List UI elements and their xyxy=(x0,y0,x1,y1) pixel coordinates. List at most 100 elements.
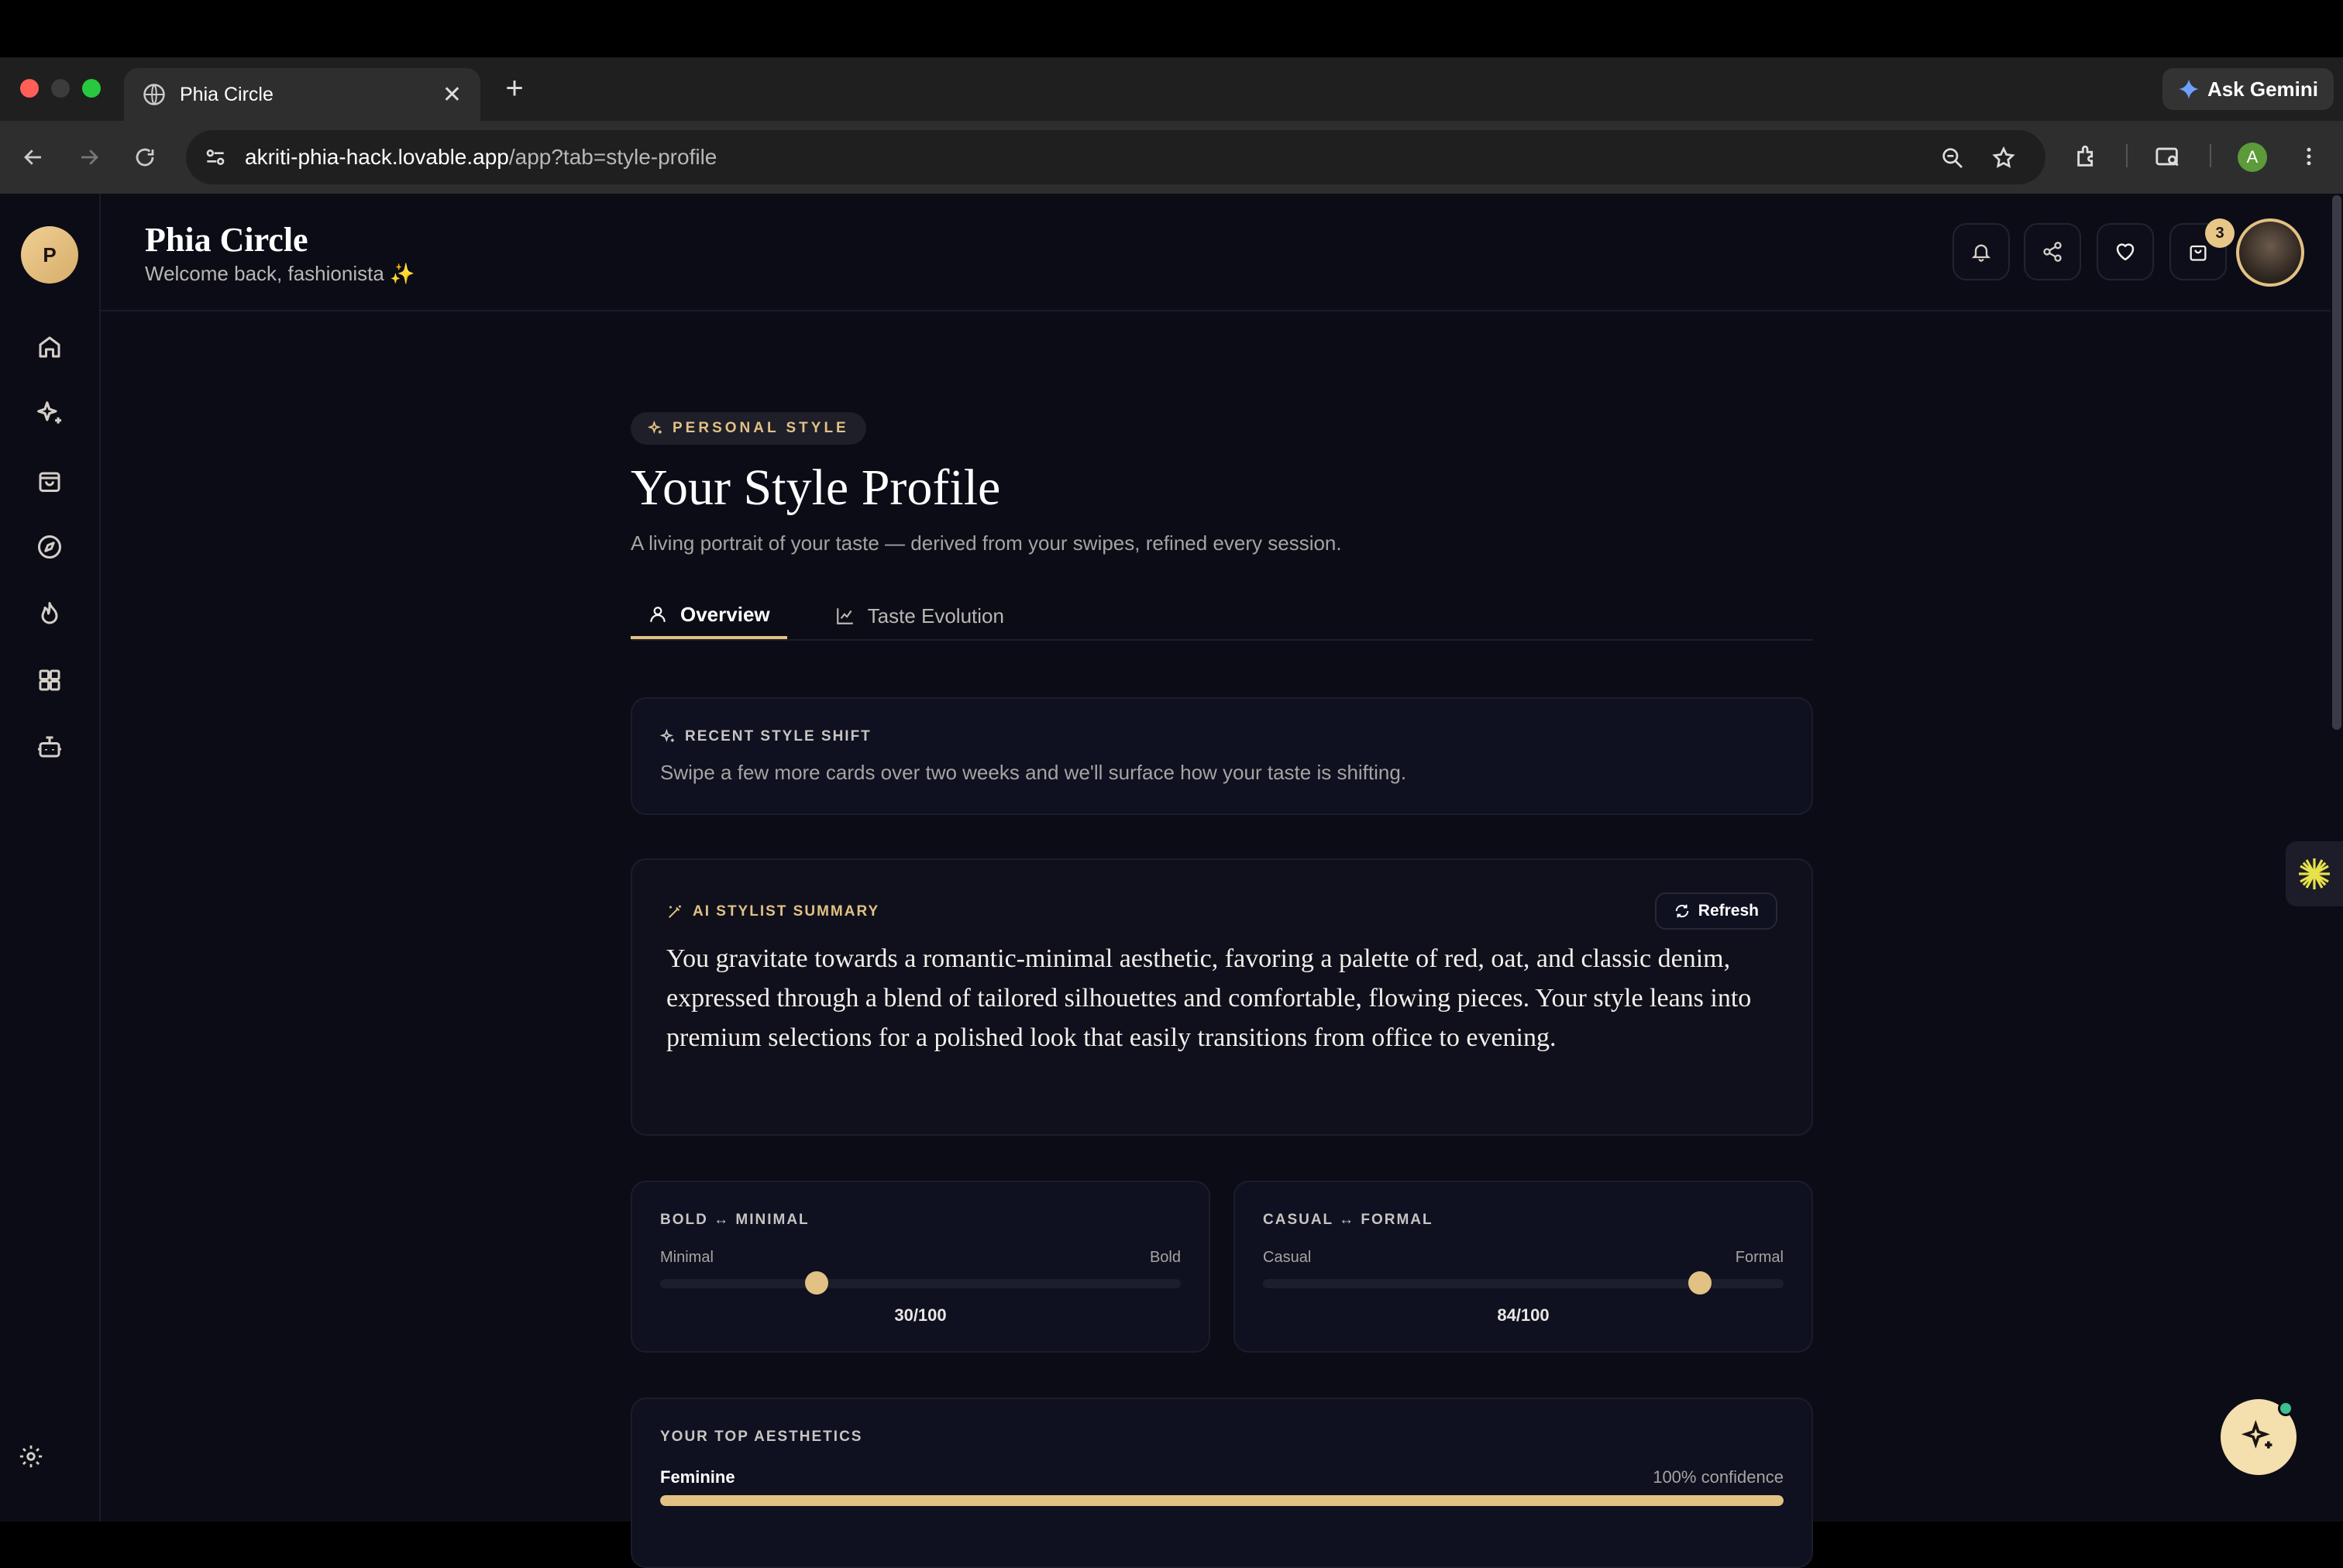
tab-search-icon xyxy=(2155,147,2179,167)
recent-style-shift-card: RECENT STYLE SHIFT Swipe a few more card… xyxy=(631,697,1813,815)
sidebar-item-explore[interactable] xyxy=(31,528,68,566)
welcome-text: Welcome back, fashionista ✨ xyxy=(145,262,415,285)
pill-label: PERSONAL STYLE xyxy=(673,420,849,436)
toolbar-separator xyxy=(2210,144,2211,167)
heart-icon xyxy=(2116,243,2135,261)
aesthetic-confidence: 100% confidence xyxy=(1653,1467,1784,1487)
tab-overview[interactable]: Overview xyxy=(631,593,787,639)
online-indicator xyxy=(2278,1401,2293,1416)
ai-summary-label: AI STYLIST SUMMARY xyxy=(666,903,1777,920)
ask-gemini-label: Ask Gemini xyxy=(2207,77,2318,101)
tab-search-button[interactable] xyxy=(2148,136,2188,177)
browser-profile-avatar[interactable]: A xyxy=(2238,143,2267,172)
aesthetic-row: Feminine 100% confidence xyxy=(660,1467,1784,1487)
sidebar-item-assistant[interactable] xyxy=(31,728,68,765)
arrow-left-icon xyxy=(24,150,41,165)
compass-icon xyxy=(38,535,61,559)
zoom-icon[interactable] xyxy=(1940,146,1965,170)
sparkles-icon xyxy=(37,401,62,424)
slider-left-label: Casual xyxy=(1263,1249,1312,1266)
aesthetic-bar xyxy=(660,1495,1784,1506)
refresh-button[interactable]: Refresh xyxy=(1654,892,1777,930)
sidebar-item-discover[interactable] xyxy=(31,395,68,432)
reload-icon xyxy=(136,148,154,167)
sidebar-item-collections[interactable] xyxy=(31,662,68,699)
window-close-button[interactable] xyxy=(20,79,39,98)
bookmark-star-icon[interactable] xyxy=(1991,146,2016,170)
refresh-label: Refresh xyxy=(1698,902,1759,920)
settings-icon xyxy=(19,1445,43,1468)
back-button[interactable] xyxy=(14,138,53,177)
casual-formal-track xyxy=(1263,1271,1784,1295)
share-icon xyxy=(2043,242,2062,262)
close-tab-icon[interactable]: ✕ xyxy=(442,81,462,108)
site-settings-icon[interactable] xyxy=(203,145,228,170)
cart-count-badge: 3 xyxy=(2205,218,2235,248)
slider-ends: Casual Formal xyxy=(1263,1249,1784,1267)
bold-minimal-track xyxy=(660,1271,1181,1295)
sidebar: P xyxy=(0,194,101,1522)
page-title: Your Style Profile xyxy=(631,459,1001,516)
wishlist-button[interactable] xyxy=(2097,223,2154,280)
home-icon xyxy=(39,336,60,358)
top-aesthetics-card: YOUR TOP AESTHETICS Feminine 100% confid… xyxy=(631,1398,1813,1568)
notifications-button[interactable] xyxy=(1952,223,2010,280)
grid-icon xyxy=(39,669,60,691)
sparkles-icon xyxy=(660,729,674,742)
app-root: P Phia Circle Welcome back, fashionista … xyxy=(0,194,2343,1568)
extensions-button[interactable] xyxy=(2067,136,2107,177)
user-avatar[interactable] xyxy=(2236,218,2304,287)
ask-gemini-button[interactable]: Ask Gemini xyxy=(2162,68,2334,110)
top-aesthetics-title: YOUR TOP AESTHETICS xyxy=(660,1429,863,1445)
arrow-right-icon xyxy=(81,150,98,165)
aesthetic-bar-fill xyxy=(660,1495,1784,1506)
sidebar-item-settings[interactable] xyxy=(12,1438,50,1475)
tab-taste-evolution-label: Taste Evolution xyxy=(867,603,1004,628)
user-icon xyxy=(650,607,666,622)
forward-button[interactable] xyxy=(70,138,108,177)
recent-shift-label: RECENT STYLE SHIFT xyxy=(660,728,1784,745)
browser-tab[interactable]: Phia Circle ✕ xyxy=(124,68,480,121)
line-chart-icon xyxy=(836,608,853,624)
more-vertical-icon xyxy=(2307,147,2311,166)
bold-minimal-thumb xyxy=(804,1271,828,1295)
recent-shift-text: Swipe a few more cards over two weeks an… xyxy=(660,761,1407,784)
slider-ends: Minimal Bold xyxy=(660,1249,1181,1267)
ai-assistant-fab[interactable] xyxy=(2221,1399,2297,1475)
sidebar-item-home[interactable] xyxy=(31,328,68,366)
url-host: akriti-phia-hack.lovable.app xyxy=(245,145,509,169)
window-minimize-button[interactable] xyxy=(51,79,70,98)
sidebar-item-shop[interactable] xyxy=(31,462,68,499)
sparkles-icon xyxy=(648,421,662,434)
cart-button[interactable]: 3 xyxy=(2169,218,2235,280)
page-subtitle: A living portrait of your taste — derive… xyxy=(631,531,1342,555)
slider-left-label: Minimal xyxy=(660,1249,714,1266)
aesthetic-name: Feminine xyxy=(660,1467,735,1487)
browser-tab-title: Phia Circle xyxy=(180,83,274,105)
window-zoom-button[interactable] xyxy=(82,79,101,98)
asterisk-icon xyxy=(2299,858,2330,889)
sidebar-item-trending[interactable] xyxy=(31,595,68,632)
url-text: akriti-phia-hack.lovable.app/app?tab=sty… xyxy=(245,145,717,170)
tab-overview-label: Overview xyxy=(680,602,770,626)
scrollbar-thumb[interactable] xyxy=(2332,195,2341,730)
casual-formal-card: CASUAL ↔ FORMAL Casual Formal 84/100 xyxy=(1233,1181,1813,1353)
url-path: /app?tab=style-profile xyxy=(508,145,717,169)
slider-title: CASUAL ↔ FORMAL xyxy=(1263,1212,1433,1228)
magic-wand-icon xyxy=(668,905,681,919)
address-bar[interactable]: akriti-phia-hack.lovable.app/app?tab=sty… xyxy=(186,130,2045,184)
bold-minimal-card: BOLD ↔ MINIMAL Minimal Bold 30/100 xyxy=(631,1181,1210,1353)
ai-stylist-summary-card: AI STYLIST SUMMARY Refresh You gravitate… xyxy=(631,858,1813,1136)
new-tab-button[interactable]: + xyxy=(496,71,533,108)
browser-menu-button[interactable] xyxy=(2289,136,2329,177)
tab-taste-evolution[interactable]: Taste Evolution xyxy=(818,593,1021,639)
share-button[interactable] xyxy=(2024,223,2081,280)
casual-formal-thumb xyxy=(1688,1271,1712,1295)
slider-right-label: Bold xyxy=(1149,1249,1181,1266)
toolbar-separator xyxy=(2126,144,2128,167)
os-menu-bar xyxy=(0,0,2343,57)
app-logo[interactable]: P xyxy=(21,226,78,284)
lovable-widget-tab[interactable] xyxy=(2286,841,2343,906)
bell-icon xyxy=(1971,244,1991,262)
reload-button[interactable] xyxy=(126,138,164,177)
